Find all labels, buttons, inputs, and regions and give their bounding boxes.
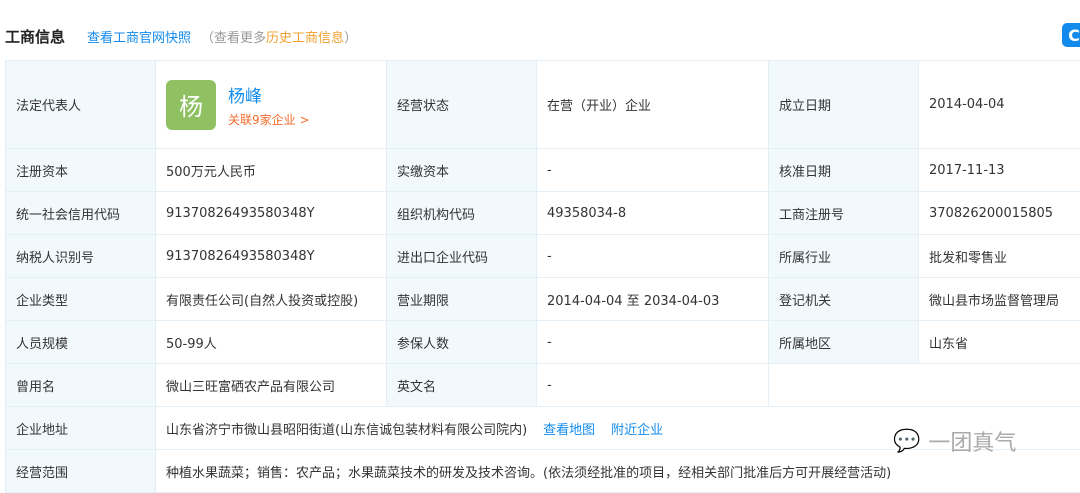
field-label: 登记机关 (769, 278, 919, 321)
field-value: - (537, 364, 769, 407)
brand-logo-icon[interactable]: C (1062, 23, 1080, 47)
field-value: 有限责任公司(自然人投资或控股) (156, 278, 387, 321)
table-row: 注册资本500万元人民币实缴资本-核准日期2017-11-13 (6, 149, 1080, 192)
field-label: 企业类型 (6, 278, 156, 321)
field-label: 纳税人识别号 (6, 235, 156, 278)
avatar: 杨 (166, 80, 216, 130)
table-row: 纳税人识别号91370826493580348Y进出口企业代码-所属行业批发和零… (6, 235, 1080, 278)
field-label: 英文名 (387, 364, 537, 407)
field-label: 人员规模 (6, 321, 156, 364)
field-label: 进出口企业代码 (387, 235, 537, 278)
field-value: 在营（开业）企业 (537, 61, 769, 149)
field-value: 2014-04-04 至 2034-04-03 (537, 278, 769, 321)
field-label: 组织机构代码 (387, 192, 537, 235)
field-value: 370826200015805 (919, 192, 1080, 235)
table-row: 统一社会信用代码91370826493580348Y组织机构代码49358034… (6, 192, 1080, 235)
field-value: 2017-11-13 (919, 149, 1080, 192)
hint-suffix: ） (344, 31, 357, 46)
field-label: 企业地址 (6, 407, 156, 450)
table-row: 企业类型有限责任公司(自然人投资或控股)营业期限2014-04-04 至 203… (6, 278, 1080, 321)
field-value: 91370826493580348Y (156, 192, 387, 235)
table-row: 人员规模50-99人参保人数-所属地区山东省 (6, 321, 1080, 364)
section-title: 工商信息 (5, 26, 65, 47)
field-label: 营业期限 (387, 278, 537, 321)
field-value: 批发和零售业 (919, 235, 1080, 278)
field-label: 实缴资本 (387, 149, 537, 192)
field-label: 所属行业 (769, 235, 919, 278)
field-value: 微山三旺富硒农产品有限公司 (156, 364, 387, 407)
field-label: 统一社会信用代码 (6, 192, 156, 235)
field-label: 曾用名 (6, 364, 156, 407)
field-value: 500万元人民币 (156, 149, 387, 192)
field-value: - (537, 149, 769, 192)
address-value: 山东省济宁市微山县昭阳街道(山东信诚包装材料有限公司院内) (166, 423, 527, 438)
field-value: 50-99人 (156, 321, 387, 364)
history-hint: （查看更多历史工商信息） (201, 27, 357, 46)
legal-rep-name-link[interactable]: 杨峰 (228, 82, 310, 107)
nearby-companies-link[interactable]: 附近企业 (611, 423, 663, 438)
field-label: 参保人数 (387, 321, 537, 364)
field-label: 所属地区 (769, 321, 919, 364)
watermark: 💬 一团真气 (893, 425, 1016, 457)
field-label: 法定代表人 (6, 61, 156, 149)
field-value: 微山县市场监督管理局 (919, 278, 1080, 321)
legal-rep-cell: 杨 杨峰 关联9家企业 > (156, 61, 387, 149)
field-value: 山东省 (919, 321, 1080, 364)
related-companies-link[interactable]: 关联9家企业 > (228, 111, 310, 128)
field-label: 工商注册号 (769, 192, 919, 235)
field-label: 注册资本 (6, 149, 156, 192)
history-link[interactable]: 历史工商信息 (266, 31, 344, 46)
field-value: 91370826493580348Y (156, 235, 387, 278)
field-label: 核准日期 (769, 149, 919, 192)
field-value: - (537, 235, 769, 278)
empty-cell (769, 364, 1080, 407)
field-value: 2014-04-04 (919, 61, 1080, 149)
table-row: 曾用名微山三旺富硒农产品有限公司英文名- (6, 364, 1080, 407)
snapshot-link[interactable]: 查看工商官网快照 (87, 27, 191, 46)
wechat-icon: 💬 (893, 429, 920, 454)
watermark-text: 一团真气 (928, 425, 1016, 457)
field-label: 经营范围 (6, 450, 156, 493)
view-map-link[interactable]: 查看地图 (543, 423, 595, 438)
table-row: 法定代表人 杨 杨峰 关联9家企业 > 经营状态 在营（开业）企业 成立日期 2… (6, 61, 1080, 149)
field-value: 49358034-8 (537, 192, 769, 235)
section-header: 工商信息 查看工商官网快照 （查看更多历史工商信息） (5, 24, 357, 48)
field-label: 经营状态 (387, 61, 537, 149)
hint-prefix: （查看更多 (201, 31, 266, 46)
field-value: - (537, 321, 769, 364)
field-label: 成立日期 (769, 61, 919, 149)
